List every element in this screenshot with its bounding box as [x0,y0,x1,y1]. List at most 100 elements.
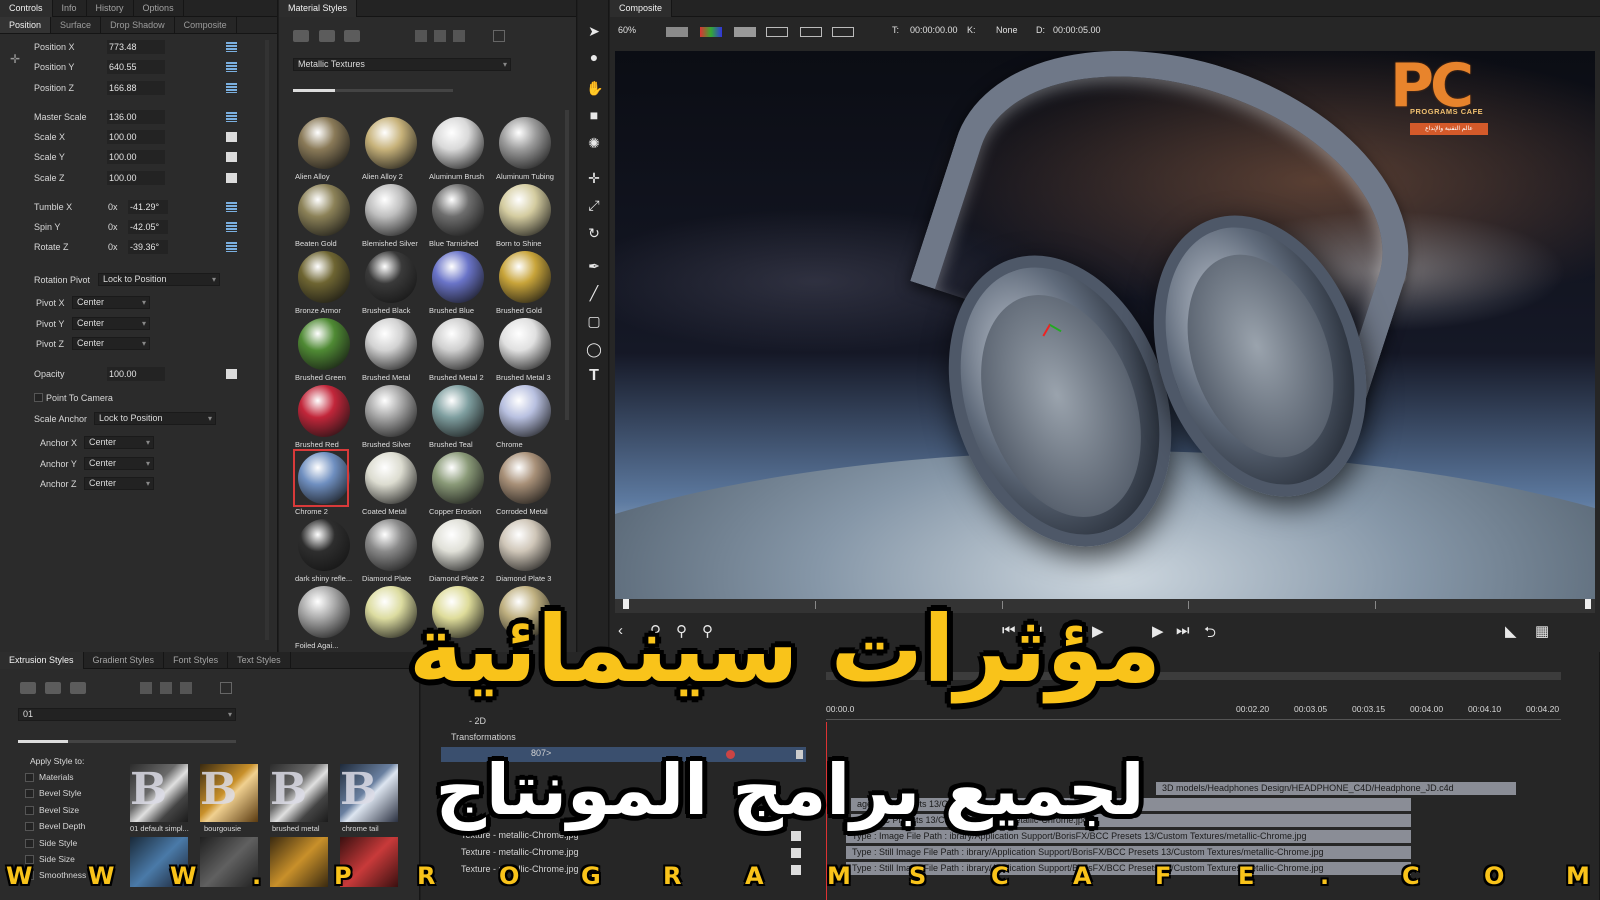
subtab-position[interactable]: Position [0,17,52,33]
material-tile[interactable]: Brushed Red [294,383,354,449]
keyframe-icon[interactable] [226,173,237,183]
paste-preset-icon[interactable] [180,682,192,694]
extrusion-thumb[interactable]: B [200,764,258,822]
footage-path-bar[interactable]: 3D models/Headphones Design/HEADPHONE_C4… [1156,782,1516,795]
subtab-composite[interactable]: Composite [175,17,237,33]
channels-icon[interactable] [700,27,722,37]
open-folder-icon[interactable] [344,30,360,42]
tab-controls[interactable]: Controls [0,0,53,17]
move-icon[interactable]: ✛ [586,170,602,186]
material-tile[interactable]: Aluminum Brush [428,115,488,181]
material-tile[interactable]: Brushed Metal [361,316,421,382]
revolutions-field[interactable]: 0x [108,202,118,212]
add-preset-icon[interactable] [293,30,309,42]
delete-preset-icon[interactable] [493,30,505,42]
zoom-dropdown[interactable]: 60% [618,25,636,39]
anchor-y-dropdown[interactable]: Center [84,457,154,470]
subtab-surface[interactable]: Surface [51,17,102,33]
checkbox[interactable] [25,773,34,782]
copy-preset-icon[interactable] [160,682,172,694]
open-folder-icon[interactable] [70,682,86,694]
material-tile[interactable]: Brushed Teal [428,383,488,449]
spin-y-field[interactable]: -42.05° [128,220,168,234]
subtab-drop-shadow[interactable]: Drop Shadow [101,17,175,33]
material-tile[interactable]: Diamond Plate [361,517,421,583]
background-color-icon[interactable] [666,27,688,37]
revolutions-field[interactable]: 0x [108,242,118,252]
keyframe-icon[interactable] [226,83,237,93]
safe-area-icon[interactable] [766,27,788,37]
keyframe-icon[interactable] [226,222,237,232]
extrusion-thumb[interactable] [200,837,258,887]
material-tile[interactable]: Alien Alloy 2 [361,115,421,181]
anchor-x-dropdown[interactable]: Center [84,436,154,449]
tab-font-styles[interactable]: Font Styles [164,651,229,669]
text-tool-icon[interactable]: T [586,368,602,384]
checkbox[interactable] [25,822,34,831]
material-tile[interactable]: Brushed Gold [495,249,555,315]
material-tile[interactable]: Blue Tarnished [428,182,488,248]
camera-view-icon[interactable] [800,27,822,37]
square-select-icon[interactable]: ■ [586,107,602,123]
checkbox[interactable] [25,789,34,798]
thumbnail-size-slider[interactable] [293,89,453,92]
track-texture[interactable]: Texture - metallic-Chrome.jpg [461,847,579,862]
keyframe-icon[interactable] [226,152,237,162]
scale-icon[interactable]: ⤢ [586,197,602,213]
tab-history[interactable]: History [87,0,134,17]
extrusion-preset-dropdown[interactable]: 01 [18,708,236,721]
material-tile[interactable]: dark shiny refle... [294,517,354,583]
preview-mode-icon[interactable] [734,27,756,37]
copy-preset-icon[interactable] [434,30,446,42]
material-tile[interactable]: Alien Alloy [294,115,354,181]
save-preset-icon[interactable] [415,30,427,42]
pivot-y-dropdown[interactable]: Center [72,317,150,330]
opacity-field[interactable]: 100.00 [107,367,165,381]
keyframe-icon[interactable] [226,202,237,212]
controls-scrollbar[interactable] [265,40,269,640]
scale-x-field[interactable]: 100.00 [107,130,165,144]
rotation-pivot-dropdown[interactable]: Lock to Position [98,273,220,286]
material-tile[interactable]: Brushed Blue [428,249,488,315]
rotate-icon[interactable]: ↻ [586,225,602,241]
tab-extrusion-styles[interactable]: Extrusion Styles [0,651,84,669]
material-category-dropdown[interactable]: Metallic Textures [293,58,511,71]
checkbox[interactable] [25,806,34,815]
pivot-x-dropdown[interactable]: Center [72,296,150,309]
extrusion-thumb[interactable]: B [130,764,188,822]
material-tile[interactable]: Brushed Metal 3 [495,316,555,382]
brush-icon[interactable]: ╱ [586,285,602,301]
select-arrow-icon[interactable]: ➤ [586,23,602,39]
track-visibility-icon[interactable] [791,865,801,875]
keyframe-icon[interactable] [226,132,237,142]
save-preset-icon[interactable] [140,682,152,694]
paste-preset-icon[interactable] [453,30,465,42]
composite-viewer[interactable]: PC PROGRAMS CAFE عالم التقنية والإبداع [615,51,1595,600]
material-tile[interactable]: Copper Erosion [428,450,488,516]
rectangle-icon[interactable]: ▢ [586,313,602,329]
pen-icon[interactable]: ✒ [586,258,602,274]
master-scale-field[interactable]: 136.00 [107,110,165,124]
tab-gradient-styles[interactable]: Gradient Styles [84,651,165,669]
material-tile[interactable]: Brushed Silver [361,383,421,449]
track-texture[interactable]: Texture - metallic-Chrome.jpg [461,864,579,879]
tab-options[interactable]: Options [134,0,184,17]
ellipse-icon[interactable]: ◯ [586,341,602,357]
delete-preset-icon[interactable] [220,682,232,694]
tab-info[interactable]: Info [53,0,87,17]
material-tile[interactable]: Beaten Gold [294,182,354,248]
keyframe-icon[interactable] [226,112,237,122]
material-tile[interactable]: Brushed Green [294,316,354,382]
add-preset-icon[interactable] [20,682,36,694]
keyframe-icon[interactable] [226,242,237,252]
scale-y-field[interactable]: 100.00 [107,150,165,164]
materials-scrollbar[interactable] [565,110,569,420]
material-tile[interactable]: Blemished Silver [361,182,421,248]
zoom-icon[interactable]: ● [586,49,602,65]
end-marker-icon[interactable] [1585,599,1591,609]
keyframe-icon[interactable] [226,62,237,72]
material-tile[interactable]: Brushed Metal 2 [428,316,488,382]
tab-material-styles[interactable]: Material Styles [279,0,358,17]
keyframe-icon[interactable] [226,369,237,379]
material-tile[interactable]: Coated Metal [361,450,421,516]
